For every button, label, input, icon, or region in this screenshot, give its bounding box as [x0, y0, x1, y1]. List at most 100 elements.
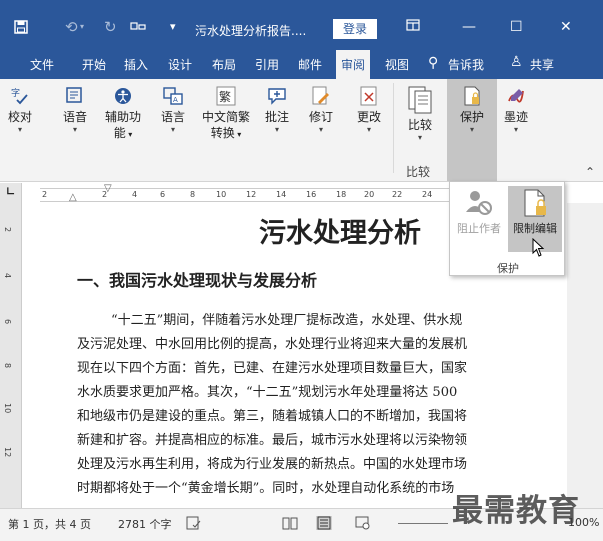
tab-insert[interactable]: 插入 [124, 56, 148, 73]
comments-button[interactable]: 批注 ▾ [262, 85, 292, 135]
accessibility-label-2: 能 [113, 126, 126, 140]
paragraph-line: 及污泥处理、中水回用比例的提高，水处理行业将迎来大量的发展机 [77, 337, 468, 352]
search-icon[interactable]: ⚲ [428, 55, 438, 71]
accessibility-button[interactable]: 辅助功 能 ▾ [104, 85, 142, 143]
protect-group-label: 保护 [497, 262, 519, 275]
chinese-conversion-label-2: 转换 [210, 126, 235, 140]
chevron-down-icon: ▾ [469, 125, 474, 134]
document-title: 污水处理分析报告.... [195, 24, 307, 38]
save-icon[interactable] [14, 20, 28, 38]
ruler-tick: 8 [3, 363, 12, 369]
paragraph-line: 新建和扩容。并提高相应的标准。最后，城市污水处理将以污染物领 [77, 433, 468, 448]
compare-icon [407, 85, 433, 115]
restore-icon[interactable]: ☐ [510, 19, 523, 35]
protect-icon [461, 85, 483, 107]
tab-review[interactable]: 审阅 [336, 50, 371, 79]
ribbon-tabs: 文件 开始 插入 设计 布局 引用 邮件 审阅 视图 ⚲ 告诉我 ♙ 共享 [0, 46, 603, 79]
ruler-tick: 6 [3, 319, 12, 325]
collapse-ribbon-icon[interactable]: ⌃ [585, 165, 595, 179]
chevron-down-icon: ▾ [366, 125, 371, 134]
chinese-conversion-icon: 繁 [215, 85, 237, 107]
ruler-tick: 10 [216, 190, 227, 199]
chevron-down-icon: ▾ [170, 125, 175, 134]
restrict-editing-icon [520, 188, 550, 218]
compare-button[interactable]: 比较 ▾ [400, 85, 440, 143]
ruler-tick: 20 [364, 190, 375, 199]
horizontal-ruler[interactable]: 2 △ ▽ 2 4 6 8 10 12 14 16 18 20 22 24 [40, 183, 450, 203]
chevron-down-icon: ▾ [17, 125, 22, 134]
tab-file[interactable]: 文件 [30, 56, 54, 73]
paragraph-line: “十二五”期间，伴随着污水处理厂提标改造，水处理、供水规 [111, 313, 463, 328]
chinese-conversion-label-1: 中文简繁 [201, 110, 250, 124]
svg-text:字: 字 [11, 87, 20, 99]
tracking-button[interactable]: 修订 ▾ [306, 85, 336, 135]
ruler-tick: 18 [336, 190, 347, 199]
read-aloud-label: 语音 [62, 110, 87, 124]
ruler-tick: 14 [276, 190, 287, 199]
read-mode-icon[interactable] [282, 516, 298, 530]
accessibility-label-1: 辅助功 [104, 110, 141, 124]
chevron-down-icon: ▾ [513, 125, 518, 134]
ruler-tick: 4 [3, 273, 12, 279]
chevron-down-icon: ▾ [234, 130, 242, 139]
block-authors-button[interactable]: 阻止作者 [452, 186, 506, 252]
ruler-tick: 16 [306, 190, 317, 199]
ruler-tick: 12 [246, 190, 257, 199]
protect-label: 保护 [459, 110, 484, 124]
print-layout-icon[interactable] [316, 516, 332, 530]
zoom-slider[interactable] [398, 523, 448, 524]
protect-button[interactable]: 保护 ▾ [450, 85, 494, 135]
changes-label: 更改 [356, 110, 381, 124]
ribbon-display-icon[interactable] [406, 19, 420, 35]
tab-view[interactable]: 视图 [385, 56, 409, 73]
tab-mailings[interactable]: 邮件 [298, 56, 322, 73]
undo-dropdown-icon[interactable]: ▾ [80, 22, 84, 31]
vertical-scrollbar[interactable] [567, 203, 603, 508]
read-aloud-button[interactable]: 语音 ▾ [58, 85, 92, 135]
proofing-status-icon[interactable] [186, 516, 202, 533]
chevron-down-icon: ▾ [125, 130, 133, 139]
web-layout-icon[interactable] [355, 516, 371, 530]
svg-text:繁: 繁 [219, 89, 231, 104]
tab-home[interactable]: 开始 [82, 56, 106, 73]
paragraph-line: 现在以下四个方面：首先，已建、在建污水处理项目数量巨大，国家 [77, 361, 468, 376]
tab-stop-icon: ∟ [6, 185, 16, 198]
chevron-down-icon: ▾ [274, 125, 279, 134]
ribbon-separator [393, 83, 394, 173]
minimize-icon[interactable]: — [462, 19, 476, 35]
ruler-tick: 24 [422, 190, 433, 199]
ruler-tab-selector[interactable]: ∟ [0, 183, 22, 203]
track-changes-icon [310, 85, 332, 107]
block-authors-label: 阻止作者 [457, 222, 501, 235]
changes-button[interactable]: 更改 ▾ [354, 85, 384, 135]
ruler-tick: 8 [190, 190, 196, 199]
ink-button[interactable]: 墨迹 ▾ [496, 85, 536, 135]
word-count[interactable]: 2781 个字 [118, 516, 172, 532]
indent-marker-icon[interactable]: △ [69, 192, 77, 203]
ruler-tick: 6 [160, 190, 166, 199]
comment-icon [266, 85, 288, 107]
block-authors-icon [464, 188, 494, 218]
mouse-cursor-icon [532, 237, 546, 258]
language-button[interactable]: A 语言 ▾ [156, 85, 190, 135]
customize-icon[interactable] [130, 20, 146, 36]
proofing-button[interactable]: 字 校对 ▾ [3, 85, 37, 135]
paragraph-line: 水水质要求更加严格。其次，“十二五”规划污水年处理量将达 500 [77, 385, 458, 400]
ruler-tick: 2 [42, 190, 48, 199]
redo-icon[interactable]: ↻ [104, 18, 117, 36]
compare-label: 比较 [407, 118, 432, 132]
tab-layout[interactable]: 布局 [212, 56, 236, 73]
close-icon[interactable]: ✕ [560, 19, 572, 35]
undo-icon[interactable]: ⟲ [65, 18, 78, 36]
login-button[interactable]: 登录 [333, 19, 377, 39]
dropdown-icon[interactable]: ▾ [170, 20, 176, 33]
tab-design[interactable]: 设计 [168, 56, 192, 73]
tell-me-input[interactable]: 告诉我 [448, 56, 484, 73]
comments-label: 批注 [264, 110, 289, 124]
tab-references[interactable]: 引用 [255, 56, 279, 73]
page-info[interactable]: 第 1 页，共 4 页 [8, 516, 91, 532]
chinese-conversion-button[interactable]: 繁 中文简繁 转换 ▾ [198, 85, 254, 143]
paragraph-line: 时期都将处于一个“黄金增长期”。同时，水处理自动化系统的市场 [77, 481, 455, 496]
share-button[interactable]: 共享 [530, 56, 554, 73]
vertical-ruler[interactable]: 2 4 6 8 10 12 [0, 203, 22, 508]
